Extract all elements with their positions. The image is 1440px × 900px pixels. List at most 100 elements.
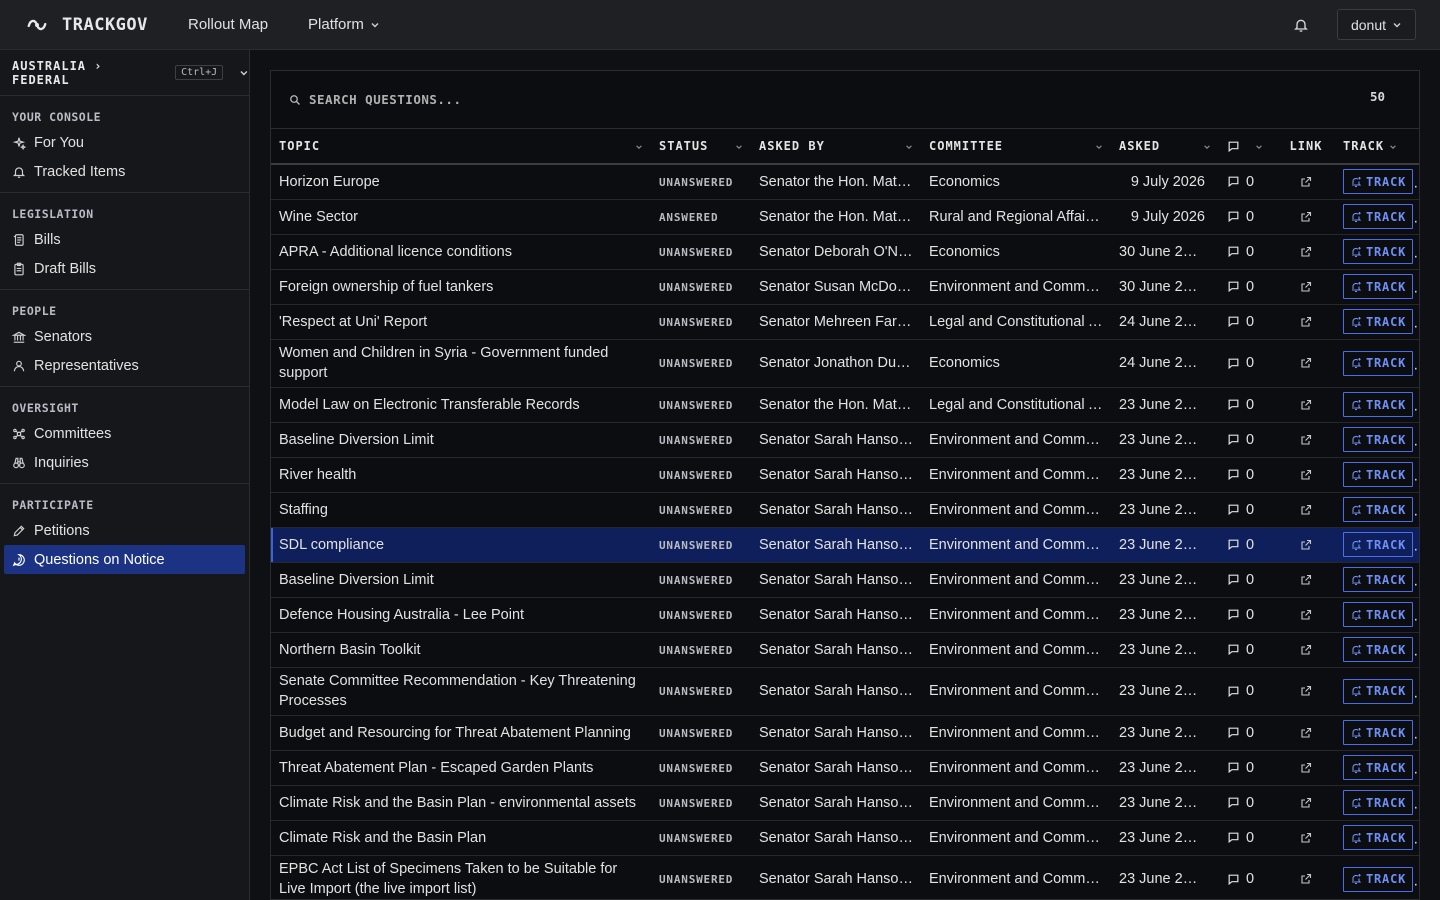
table-row[interactable]: Defence Housing Australia - Lee Point UNA… — [271, 597, 1419, 633]
external-link-icon[interactable] — [1300, 434, 1312, 446]
sidebar-item-questions-on-notice[interactable]: Questions on Notice — [4, 545, 245, 574]
table-row[interactable]: Foreign ownership of fuel tankers UNANSWE… — [271, 269, 1419, 305]
cell-comments[interactable]: 0 — [1219, 667, 1277, 716]
nav-platform-dropdown[interactable]: Platform — [308, 16, 380, 33]
cell-comments[interactable]: 0 — [1219, 632, 1277, 668]
external-link-icon[interactable] — [1300, 727, 1312, 739]
cell-comments[interactable]: 0 — [1219, 269, 1277, 305]
cell-comments[interactable]: 0 — [1219, 527, 1277, 563]
table-row[interactable]: Senate Committee Recommendation - Key Th… — [271, 667, 1419, 716]
track-button[interactable]: TRACK — [1343, 602, 1414, 627]
nav-rollout-map[interactable]: Rollout Map — [188, 16, 268, 33]
cell-topic[interactable]: Foreign ownership of fuel tankers — [271, 269, 651, 305]
column-header-committee[interactable]: COMMITTEE — [921, 129, 1111, 165]
sidebar-item-senators[interactable]: Senators — [4, 322, 245, 351]
sidebar-item-committees[interactable]: Committees — [4, 419, 245, 448]
cell-comments[interactable]: 0 — [1219, 492, 1277, 528]
cell-link[interactable] — [1277, 597, 1335, 633]
cell-link[interactable] — [1277, 527, 1335, 563]
cell-link[interactable] — [1277, 339, 1335, 388]
external-link-icon[interactable] — [1300, 685, 1312, 697]
sidebar-item-inquiries[interactable]: Inquiries — [4, 448, 245, 477]
external-link-icon[interactable] — [1300, 246, 1312, 258]
table-row[interactable]: Staffing UNANSWERED Senator Sarah Hanson-Y… — [271, 492, 1419, 528]
external-link-icon[interactable] — [1300, 609, 1312, 621]
cell-link[interactable] — [1277, 304, 1335, 340]
table-row[interactable]: APRA - Additional licence conditions UNAN… — [271, 234, 1419, 270]
track-button[interactable]: TRACK — [1343, 790, 1414, 815]
external-link-icon[interactable] — [1300, 762, 1312, 774]
track-button[interactable]: TRACK — [1343, 866, 1414, 892]
track-button[interactable]: TRACK — [1343, 720, 1414, 745]
cell-topic[interactable]: River health — [271, 457, 651, 493]
external-link-icon[interactable] — [1300, 873, 1312, 885]
cell-link[interactable] — [1277, 164, 1335, 200]
external-link-icon[interactable] — [1300, 316, 1312, 328]
column-header-status[interactable]: STATUS — [651, 129, 751, 165]
sidebar-item-tracked-items[interactable]: Tracked Items — [4, 157, 245, 186]
cell-topic[interactable]: 'Respect at Uni' Report — [271, 304, 651, 340]
external-link-icon[interactable] — [1300, 797, 1312, 809]
track-button[interactable]: TRACK — [1343, 309, 1414, 334]
external-link-icon[interactable] — [1300, 399, 1312, 411]
user-menu-button[interactable]: donut — [1337, 9, 1416, 40]
external-link-icon[interactable] — [1300, 832, 1312, 844]
cell-comments[interactable]: 0 — [1219, 234, 1277, 270]
cell-link[interactable] — [1277, 715, 1335, 751]
cell-topic[interactable]: Women and Children in Syria - Government… — [271, 339, 651, 388]
cell-topic[interactable]: Baseline Diversion Limit — [271, 562, 651, 598]
cell-topic[interactable]: Wine Sector — [271, 199, 651, 235]
cell-comments[interactable]: 0 — [1219, 562, 1277, 598]
table-row[interactable]: Baseline Diversion Limit UNANSWERED Senato… — [271, 562, 1419, 598]
cell-comments[interactable]: 0 — [1219, 304, 1277, 340]
cell-topic[interactable]: APRA - Additional licence conditions — [271, 234, 651, 270]
external-link-icon[interactable] — [1300, 504, 1312, 516]
cell-comments[interactable]: 0 — [1219, 199, 1277, 235]
track-button[interactable]: TRACK — [1343, 567, 1414, 592]
cell-link[interactable] — [1277, 199, 1335, 235]
cell-comments[interactable]: 0 — [1219, 387, 1277, 423]
track-button[interactable]: TRACK — [1343, 169, 1414, 195]
sidebar-item-petitions[interactable]: Petitions — [4, 516, 245, 545]
track-button[interactable]: TRACK — [1343, 427, 1414, 452]
column-header-topic[interactable]: TOPIC — [271, 129, 651, 165]
table-row[interactable]: 'Respect at Uni' Report UNANSWERED Senator… — [271, 304, 1419, 340]
table-row[interactable]: Baseline Diversion Limit UNANSWERED Senato… — [271, 422, 1419, 458]
cell-comments[interactable]: 0 — [1219, 597, 1277, 633]
cell-link[interactable] — [1277, 785, 1335, 821]
cell-topic[interactable]: Threat Abatement Plan - Escaped Garden P… — [271, 750, 651, 786]
cell-topic[interactable]: Senate Committee Recommendation - Key Th… — [271, 667, 651, 716]
cell-topic[interactable]: Climate Risk and the Basin Plan - enviro… — [271, 785, 651, 821]
cell-topic[interactable]: Baseline Diversion Limit — [271, 422, 651, 458]
sidebar-item-bills[interactable]: Bills — [4, 225, 245, 254]
cell-link[interactable] — [1277, 269, 1335, 305]
column-header-asked[interactable]: ASKED — [1111, 129, 1219, 165]
cell-topic[interactable]: Staffing — [271, 492, 651, 528]
sidebar-item-representatives[interactable]: Representatives — [4, 351, 245, 380]
table-row[interactable]: Horizon Europe UNANSWERED Senator the Hon.… — [271, 164, 1419, 200]
cell-link[interactable] — [1277, 820, 1335, 856]
track-button[interactable]: TRACK — [1343, 462, 1414, 487]
cell-topic[interactable]: Climate Risk and the Basin Plan — [271, 820, 651, 856]
track-button[interactable]: TRACK — [1343, 532, 1414, 557]
cell-link[interactable] — [1277, 667, 1335, 716]
table-row[interactable]: Women and Children in Syria - Government… — [271, 339, 1419, 388]
external-link-icon[interactable] — [1300, 281, 1312, 293]
cell-comments[interactable]: 0 — [1219, 715, 1277, 751]
cell-topic[interactable]: Model Law on Electronic Transferable Rec… — [271, 387, 651, 423]
track-button[interactable]: TRACK — [1343, 204, 1414, 229]
cell-topic[interactable]: EPBC Act List of Specimens Taken to be S… — [271, 855, 651, 899]
cell-link[interactable] — [1277, 855, 1335, 899]
external-link-icon[interactable] — [1300, 644, 1312, 656]
external-link-icon[interactable] — [1300, 469, 1312, 481]
cell-link[interactable] — [1277, 387, 1335, 423]
cell-link[interactable] — [1277, 457, 1335, 493]
cell-comments[interactable]: 0 — [1219, 785, 1277, 821]
cell-topic[interactable]: Budget and Resourcing for Threat Abateme… — [271, 715, 651, 751]
cell-topic[interactable]: SDL compliance — [271, 527, 651, 563]
cell-link[interactable] — [1277, 422, 1335, 458]
search-input[interactable] — [309, 92, 1209, 107]
track-button[interactable]: TRACK — [1343, 497, 1414, 522]
cell-link[interactable] — [1277, 632, 1335, 668]
external-link-icon[interactable] — [1300, 211, 1312, 223]
